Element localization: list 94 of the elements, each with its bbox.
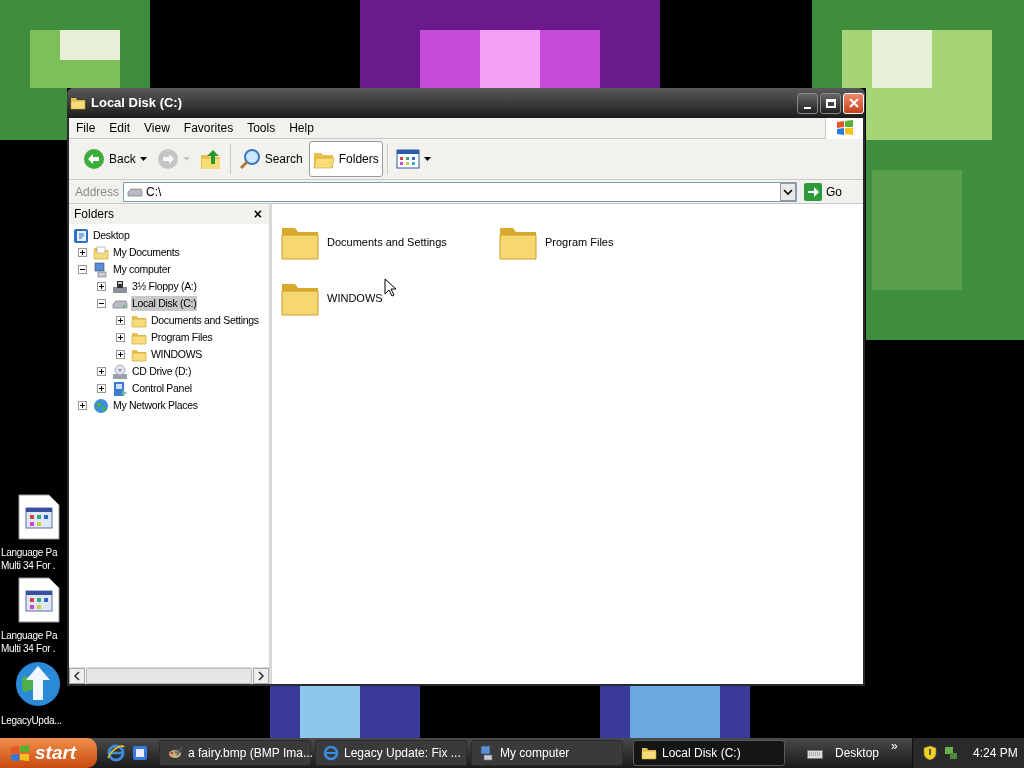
views-grid-icon [395, 149, 420, 169]
menu-item[interactable]: Favorites [176, 119, 241, 137]
menu-item[interactable]: Edit [102, 119, 138, 137]
menu-item[interactable]: Help [282, 119, 321, 137]
control-panel-icon [112, 380, 128, 397]
document-icon [18, 494, 60, 540]
minus-icon [98, 300, 105, 307]
tree-item[interactable]: Documents and Settings [150, 312, 260, 329]
plus-icon [117, 317, 124, 324]
scroll-right-icon[interactable] [253, 668, 269, 684]
browser-e-icon[interactable] [107, 744, 125, 762]
tree-item[interactable]: My computer [112, 261, 172, 278]
address-field[interactable]: C:\ [123, 181, 797, 202]
plus-icon [117, 334, 124, 341]
expand-toggle[interactable] [116, 316, 125, 325]
plus-icon [98, 368, 105, 375]
toolbar-chevron[interactable]: » [891, 740, 898, 752]
close-icon [848, 98, 859, 108]
browser-e-icon [323, 745, 339, 761]
document-icon [18, 577, 60, 623]
computer-icon [93, 261, 109, 278]
search-icon [238, 148, 261, 170]
expand-toggle[interactable] [78, 248, 87, 257]
plus-icon [98, 385, 105, 392]
expand-toggle[interactable] [78, 401, 87, 410]
folder-name[interactable]: Program Files [545, 233, 614, 251]
taskbar-button[interactable]: Legacy Update: Fix ... [315, 740, 467, 766]
folder-name[interactable]: Documents and Settings [327, 233, 447, 251]
tree-item[interactable]: Local Disk (C:) [131, 295, 198, 312]
dropdown-caret-icon[interactable] [423, 157, 431, 161]
folder-icon [70, 95, 86, 111]
tree-item[interactable]: My Network Places [112, 397, 199, 414]
flag-icon [10, 744, 30, 762]
scroll-left-icon[interactable] [69, 668, 85, 684]
dropdown-caret-icon[interactable] [780, 182, 796, 201]
menu-item[interactable]: File [69, 119, 103, 137]
folder-name[interactable]: WINDOWS [327, 289, 383, 307]
shield-icon[interactable] [923, 745, 937, 761]
expand-toggle[interactable] [116, 333, 125, 342]
menu-item[interactable]: View [137, 119, 177, 137]
minimize-button[interactable] [797, 92, 818, 114]
folder-up-icon [199, 148, 222, 170]
folders-button[interactable]: Folders [308, 141, 383, 177]
plus-icon [79, 402, 86, 409]
network-globe-icon [93, 397, 109, 414]
desktop-icon-label: Language Pa Multi 34 For . [0, 629, 58, 655]
plus-icon [79, 249, 86, 256]
network-icon[interactable] [943, 745, 959, 761]
collapse-toggle[interactable] [78, 265, 87, 274]
expand-toggle[interactable] [97, 367, 106, 376]
minus-icon [79, 266, 86, 273]
expand-toggle[interactable] [97, 384, 106, 393]
plus-icon [117, 351, 124, 358]
collapse-toggle[interactable] [97, 299, 106, 308]
tree-item[interactable]: WINDOWS [150, 346, 203, 363]
maximize-button[interactable] [820, 92, 841, 114]
folder-icon [641, 745, 657, 761]
address-label: Address [75, 183, 120, 201]
window-title: Local Disk (C:) [91, 94, 182, 113]
taskbar-button[interactable]: My computer [471, 740, 623, 766]
plus-icon [98, 283, 105, 290]
documents-folder-icon [93, 244, 109, 261]
search-button[interactable]: Search [234, 141, 307, 177]
desktop-icon-label: LegacyUpda... [0, 714, 62, 727]
taskbar-button[interactable]: a fairy.bmp (BMP Ima... [159, 740, 311, 766]
go-button[interactable]: Go [801, 182, 857, 201]
close-button[interactable] [843, 92, 864, 114]
computer-icon [479, 745, 495, 761]
close-pane-button[interactable]: × [251, 207, 264, 221]
tree-item[interactable]: Control Panel [131, 380, 193, 397]
tree-item[interactable]: Desktop [92, 227, 131, 244]
expand-toggle[interactable] [116, 350, 125, 359]
desktop-icon-label: Language Pa Multi 34 For . [0, 546, 58, 572]
expand-toggle[interactable] [97, 282, 106, 291]
tree-item[interactable]: My Documents [112, 244, 181, 261]
dropdown-caret-icon[interactable] [139, 157, 147, 161]
tree-item[interactable]: Program Files [150, 329, 214, 346]
floppy-drive-icon [112, 278, 128, 295]
desktop-icon [73, 227, 89, 244]
tree-item[interactable]: 3½ Floppy (A:) [131, 278, 198, 295]
menu-item[interactable]: Tools [240, 119, 283, 137]
flag-icon [835, 120, 854, 136]
paint-icon [167, 745, 183, 761]
tree-item[interactable]: CD Drive (D:) [131, 363, 193, 380]
clock: 4:24 PM [973, 745, 1018, 762]
cursor-icon [384, 278, 396, 297]
keyboard-icon [807, 747, 823, 759]
pane-title: Folders [74, 206, 114, 223]
cd-drive-icon [112, 363, 128, 380]
taskbar-button[interactable]: Local Disk (C:) [633, 740, 785, 766]
toolbar-label: Desktop [835, 745, 880, 762]
horizontal-scrollbar[interactable] [69, 667, 269, 684]
back-button[interactable]: Back [79, 141, 151, 177]
show-desktop-icon[interactable] [131, 744, 149, 762]
